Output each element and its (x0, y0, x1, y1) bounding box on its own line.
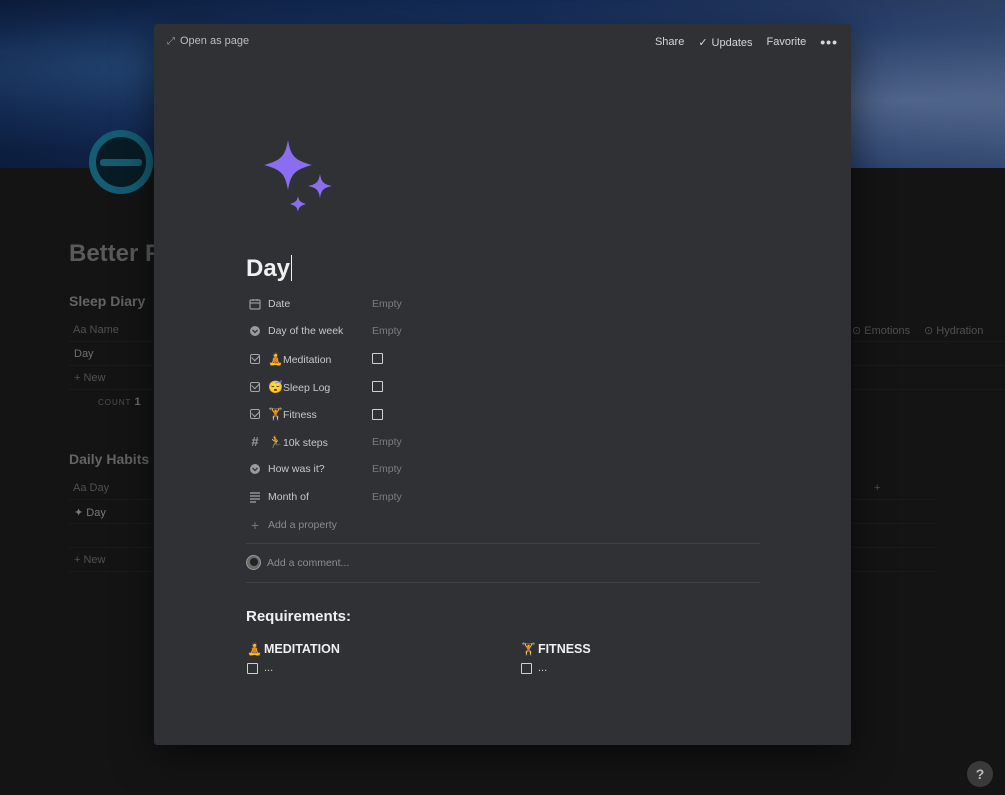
property-date[interactable]: Date Empty (246, 290, 766, 318)
sparkles-icon[interactable] (258, 138, 338, 218)
fitness-heading[interactable]: 🏋 FITNESS (521, 642, 591, 656)
property-value[interactable]: Empty (372, 491, 402, 503)
help-button[interactable]: ? (967, 761, 993, 787)
number-icon: # (251, 434, 259, 450)
property-value[interactable]: Empty (372, 436, 402, 448)
open-as-page-label: Open as page (180, 35, 250, 47)
property-sleep-log[interactable]: 😴Sleep Log (246, 373, 766, 401)
plus-icon: + (250, 516, 260, 533)
sleep-emoji: 😴 (268, 379, 283, 394)
page-peek-modal: ⤢ Open as page Share ✓ Updates Favorite •… (154, 24, 851, 745)
property-month-of[interactable]: Month of Empty (246, 483, 766, 511)
text-caret (291, 255, 293, 281)
page-title-text[interactable]: Day (246, 255, 290, 282)
divider (246, 582, 760, 583)
property-value[interactable]: Empty (372, 463, 402, 475)
property-name: Fitness (282, 409, 317, 422)
todo-item[interactable]: ... (521, 662, 591, 674)
todo-text[interactable]: ... (538, 662, 547, 674)
comment-input[interactable]: Add a comment... (246, 555, 349, 570)
fitness-emoji: 🏋 (268, 407, 283, 422)
property-name: How was it? (268, 463, 325, 476)
checkbox-icon (248, 352, 262, 366)
property-10k-steps[interactable]: # 🏃10k steps Empty (246, 428, 766, 456)
page-title[interactable]: Day (246, 255, 293, 283)
modal-topbar: ⤢ Open as page Share ✓ Updates Favorite •… (154, 24, 851, 58)
property-name: Sleep Log (282, 381, 331, 394)
property-name: 10k steps (282, 436, 328, 449)
avatar (246, 555, 261, 570)
property-meditation[interactable]: 🧘Meditation (246, 345, 766, 373)
comment-placeholder[interactable]: Add a comment... (267, 557, 349, 569)
meditation-emoji: 🧘 (268, 351, 283, 366)
open-as-page-button[interactable]: ⤢ Open as page (167, 35, 249, 47)
expand-icon: ⤢ (167, 35, 175, 47)
divider (246, 543, 760, 544)
property-how-was-it[interactable]: How was it? Empty (246, 456, 766, 484)
properties-list: Date Empty Day of the week Empty 🧘Medita… (246, 290, 766, 538)
todo-checkbox[interactable] (521, 662, 532, 674)
property-name: Date (268, 297, 291, 310)
meditation-heading[interactable]: 🧘 MEDITATION (247, 642, 340, 656)
calendar-icon (248, 297, 262, 311)
meditation-column: 🧘 MEDITATION ... (247, 642, 340, 674)
property-day-of-the-week[interactable]: Day of the week Empty (246, 318, 766, 346)
requirements-heading[interactable]: Requirements: (246, 608, 351, 625)
todo-item[interactable]: ... (247, 662, 340, 674)
share-button[interactable]: Share (655, 36, 684, 48)
check-icon: ✓ (698, 36, 708, 49)
todo-checkbox[interactable] (247, 662, 258, 674)
fitness-checkbox[interactable] (372, 408, 383, 420)
favorite-button[interactable]: Favorite (767, 36, 807, 48)
fitness-column: 🏋 FITNESS ... (521, 642, 591, 674)
meditation-checkbox[interactable] (372, 353, 383, 365)
property-fitness[interactable]: 🏋Fitness (246, 400, 766, 428)
property-name: Month of (268, 490, 309, 503)
todo-text[interactable]: ... (264, 662, 273, 674)
updates-button[interactable]: ✓ Updates (698, 36, 752, 49)
add-property-label: Add a property (268, 518, 337, 531)
sleep-log-checkbox[interactable] (372, 381, 383, 393)
property-name: Day of the week (268, 325, 344, 338)
property-value[interactable]: Empty (372, 325, 402, 337)
text-icon (248, 490, 262, 504)
checkbox-icon (248, 380, 262, 394)
checkbox-icon (248, 407, 262, 421)
more-options-icon[interactable]: ••• (820, 34, 838, 50)
running-emoji: 🏃 (268, 434, 283, 449)
updates-label: Updates (711, 36, 753, 49)
select-icon (248, 324, 262, 338)
property-name: Meditation (282, 353, 332, 366)
select-icon (248, 462, 262, 476)
property-value[interactable]: Empty (372, 298, 402, 310)
add-property-button[interactable]: + Add a property (246, 511, 766, 539)
